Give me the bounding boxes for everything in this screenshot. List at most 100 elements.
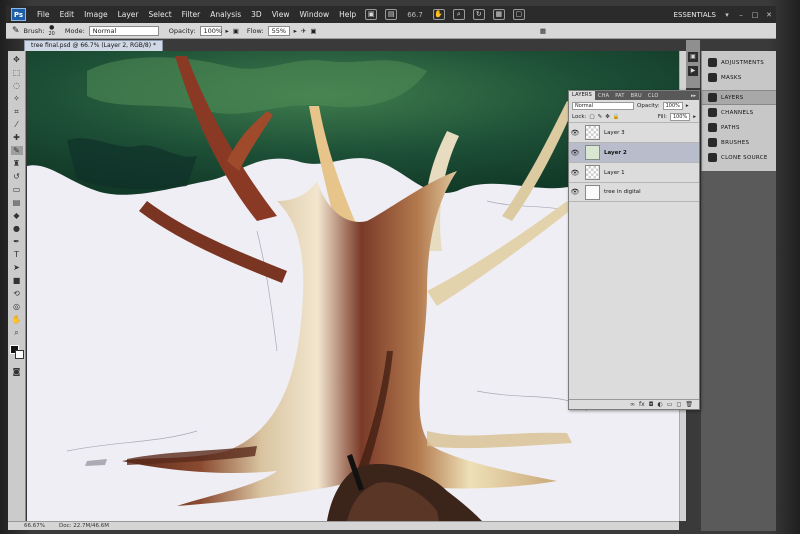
brush-tool-icon[interactable]: ✎ — [12, 26, 20, 36]
quick-select-tool-icon[interactable]: ✧ — [11, 94, 23, 103]
zoom-level-select[interactable]: 66.7 — [407, 11, 423, 19]
menu-image[interactable]: Image — [79, 10, 113, 19]
visibility-eye-icon[interactable]: 👁 — [569, 149, 581, 157]
menu-analysis[interactable]: Analysis — [205, 10, 246, 19]
tab-brushes[interactable]: BRU — [628, 93, 645, 99]
gradient-tool-icon[interactable]: ▤ — [11, 198, 23, 207]
crop-tool-icon[interactable]: ⌗ — [11, 107, 23, 116]
lock-position-icon[interactable]: ✥ — [605, 114, 610, 120]
history-icon[interactable]: ▣ — [688, 52, 698, 62]
opacity-arrow-icon[interactable]: ▸ — [226, 27, 229, 35]
clone-stamp-tool-icon[interactable]: ♜ — [11, 159, 23, 168]
document-size-status[interactable]: Doc: 22.7M/46.6M — [59, 523, 109, 529]
arrange-documents-icon[interactable]: ▦ — [492, 9, 505, 20]
hand-tool-icon[interactable]: ✋ — [432, 9, 445, 20]
menu-view[interactable]: View — [267, 10, 295, 19]
layer-opacity-input[interactable]: 100% — [662, 101, 683, 110]
color-swatches[interactable] — [9, 345, 24, 359]
pen-tool-icon[interactable]: ✒ — [11, 237, 23, 246]
maximize-button[interactable]: □ — [750, 10, 760, 20]
layer-row[interactable]: 👁 Layer 3 — [569, 122, 699, 142]
healing-brush-tool-icon[interactable]: ✚ — [11, 133, 23, 142]
lock-pixels-icon[interactable]: ✎ — [598, 114, 603, 120]
dock-item-layers[interactable]: LAYERS — [702, 90, 776, 105]
move-tool-icon[interactable]: ✥ — [11, 55, 23, 64]
chevron-down-icon[interactable]: ▾ — [722, 10, 732, 20]
workspace-switcher[interactable]: ESSENTIALS — [674, 11, 716, 19]
tab-clone-source[interactable]: CLO — [645, 93, 662, 99]
new-group-icon[interactable]: ▭ — [667, 401, 673, 408]
dock-item-adjustments[interactable]: ADJUSTMENTS — [702, 55, 776, 70]
opacity-input[interactable]: 100% — [199, 25, 222, 36]
trash-icon[interactable]: 🗑 — [685, 401, 693, 408]
visibility-eye-icon[interactable]: 👁 — [569, 129, 581, 137]
zoom-tool-icon[interactable]: ⌕ — [452, 9, 465, 20]
blend-mode-select[interactable]: Normal — [572, 101, 634, 110]
fill-input[interactable]: 100% — [669, 112, 691, 121]
bridge-icon[interactable]: ▣ — [365, 9, 378, 20]
quick-mask-icon[interactable]: ◙ — [11, 367, 23, 376]
visibility-eye-icon[interactable]: 👁 — [569, 188, 581, 196]
brush-preset-picker[interactable]: ● 20 — [49, 24, 55, 37]
lock-all-icon[interactable]: 🔒 — [613, 114, 620, 120]
add-layer-style-icon[interactable]: fx — [639, 401, 645, 408]
opacity-arrow-icon[interactable]: ▸ — [686, 103, 689, 109]
add-mask-icon[interactable]: ◘ — [649, 401, 654, 408]
panel-menu-icon[interactable]: ▸▸ — [691, 93, 699, 99]
rotate-view-icon[interactable]: ↻ — [472, 9, 485, 20]
flow-arrow-icon[interactable]: ▸ — [294, 27, 297, 35]
blur-tool-icon[interactable]: ◆ — [11, 211, 23, 220]
menu-file[interactable]: File — [32, 10, 55, 19]
background-color-swatch[interactable] — [14, 350, 24, 359]
menu-window[interactable]: Window — [295, 10, 335, 19]
tab-paths[interactable]: PAT — [612, 93, 627, 99]
zoom-status[interactable]: 66.67% — [24, 523, 45, 529]
type-tool-icon[interactable]: T — [11, 250, 23, 259]
menu-filter[interactable]: Filter — [177, 10, 206, 19]
3d-orbit-tool-icon[interactable]: ◎ — [11, 302, 23, 311]
hand-tool-icon[interactable]: ✋ — [11, 315, 23, 324]
lock-transparency-icon[interactable]: ▢ — [589, 114, 594, 120]
layer-row[interactable]: 👁 tree in digital — [569, 182, 699, 202]
link-layers-icon[interactable]: ∞ — [630, 401, 635, 408]
flow-input[interactable]: 55% — [267, 25, 290, 36]
path-select-tool-icon[interactable]: ➤ — [11, 263, 23, 272]
history-brush-tool-icon[interactable]: ↺ — [11, 172, 23, 181]
menu-select[interactable]: Select — [144, 10, 177, 19]
dock-item-brushes[interactable]: BRUSHES — [702, 135, 776, 150]
brush-tool-icon[interactable]: ✎ — [10, 146, 23, 155]
dodge-tool-icon[interactable]: ● — [11, 224, 23, 233]
lasso-tool-icon[interactable]: ◌ — [11, 81, 23, 90]
tab-channels[interactable]: CHA — [595, 93, 612, 99]
dock-item-channels[interactable]: CHANNELS — [702, 105, 776, 120]
tablet-opacity-icon[interactable]: ▣ — [233, 27, 239, 35]
dock-item-masks[interactable]: MASKS — [702, 70, 776, 85]
tab-layers[interactable]: LAYERS — [569, 91, 595, 100]
document-tab[interactable]: tree final.psd @ 66.7% (Layer 2, RGB/8) … — [24, 40, 163, 51]
mode-select[interactable]: Normal — [88, 25, 159, 36]
menu-3d[interactable]: 3D — [246, 10, 267, 19]
dock-item-clone-source[interactable]: CLONE SOURCE — [702, 150, 776, 165]
actions-icon[interactable]: ▶ — [688, 66, 698, 76]
menu-help[interactable]: Help — [334, 10, 361, 19]
new-layer-icon[interactable]: ◻ — [676, 401, 681, 408]
airbrush-icon[interactable]: ✈ — [301, 27, 306, 35]
layer-row-selected[interactable]: 👁 Layer 2 — [569, 142, 699, 162]
shape-tool-icon[interactable]: ■ — [11, 276, 23, 285]
close-button[interactable]: ✕ — [764, 10, 774, 20]
menu-layer[interactable]: Layer — [113, 10, 144, 19]
dock-item-paths[interactable]: PATHS — [702, 120, 776, 135]
adjustment-layer-icon[interactable]: ◐ — [657, 401, 662, 408]
marquee-tool-icon[interactable]: ⬚ — [11, 68, 23, 77]
screen-mode-icon[interactable]: ▢ — [512, 9, 525, 20]
zoom-tool-icon[interactable]: ⌕ — [11, 328, 23, 337]
brush-panel-toggle-icon[interactable]: ▦ — [540, 27, 546, 35]
view-extras-icon[interactable]: ▤ — [385, 9, 398, 20]
eyedropper-tool-icon[interactable]: ⁄ — [11, 120, 23, 129]
3d-rotate-tool-icon[interactable]: ⟲ — [11, 289, 23, 298]
tablet-size-icon[interactable]: ▣ — [310, 27, 316, 35]
visibility-eye-icon[interactable]: 👁 — [569, 169, 581, 177]
layer-row[interactable]: 👁 Layer 1 — [569, 162, 699, 182]
minimize-button[interactable]: – — [736, 10, 746, 20]
menu-edit[interactable]: Edit — [55, 10, 80, 19]
